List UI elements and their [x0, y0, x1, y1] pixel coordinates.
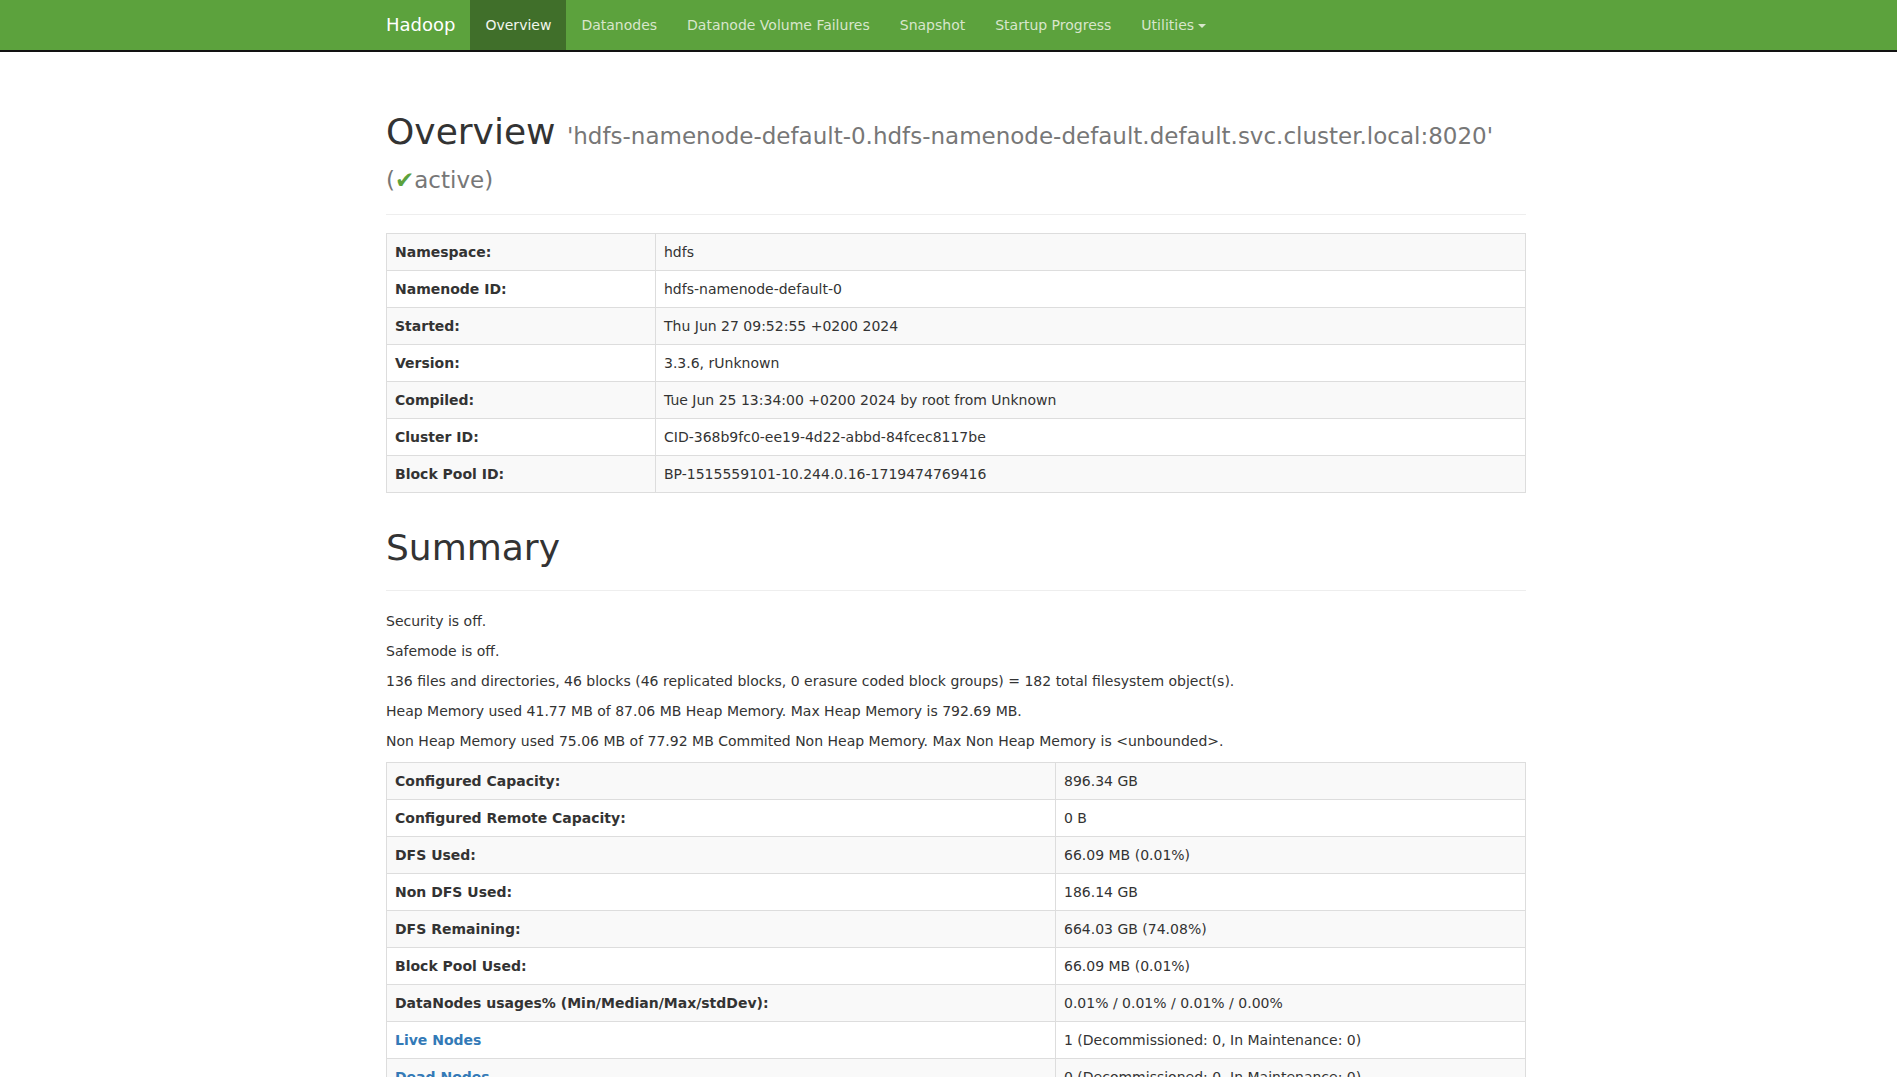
- table-row: Live Nodes 1 (Decommissioned: 0, In Maint…: [387, 1021, 1526, 1058]
- tab-overview-link[interactable]: Overview: [470, 0, 566, 50]
- tab-datanode-volume-failures-link[interactable]: Datanode Volume Failures: [672, 0, 885, 50]
- page-title: Overview 'hdfs-namenode-default-0.hdfs-n…: [386, 112, 1526, 200]
- row-label: Configured Capacity:: [387, 762, 1056, 799]
- table-row: Block Pool ID:BP-1515559101-10.244.0.16-…: [387, 456, 1526, 493]
- table-row: DFS Used:66.09 MB (0.01%): [387, 836, 1526, 873]
- row-value: CID-368b9fc0-ee19-4d22-abbd-84fcec8117be: [656, 419, 1526, 456]
- row-value: Tue Jun 25 13:34:00 +0200 2024 by root f…: [656, 382, 1526, 419]
- state-close-paren: ): [484, 167, 493, 193]
- table-row: Compiled:Tue Jun 25 13:34:00 +0200 2024 …: [387, 382, 1526, 419]
- row-value: 0 B: [1056, 799, 1526, 836]
- table-row: Non DFS Used:186.14 GB: [387, 873, 1526, 910]
- row-value: 3.3.6, rUnknown: [656, 345, 1526, 382]
- summary-table: Configured Capacity:896.34 GB Configured…: [386, 762, 1526, 1077]
- row-label: Block Pool Used:: [387, 947, 1056, 984]
- row-label: Namespace:: [387, 234, 656, 271]
- check-icon: ✔: [395, 167, 414, 193]
- row-value: 896.34 GB: [1056, 762, 1526, 799]
- row-label: Block Pool ID:: [387, 456, 656, 493]
- dead-nodes-link[interactable]: Dead Nodes: [395, 1069, 490, 1077]
- tab-utilities-label: Utilities: [1141, 17, 1194, 33]
- state-open-paren: (: [386, 167, 395, 193]
- row-label: Started:: [387, 308, 656, 345]
- table-row: Namenode ID:hdfs-namenode-default-0: [387, 271, 1526, 308]
- row-value: 0.01% / 0.01% / 0.01% / 0.00%: [1056, 984, 1526, 1021]
- summary-title: Summary: [386, 528, 1526, 568]
- navbar-inner: Hadoop Overview Datanodes Datanode Volum…: [371, 0, 1897, 50]
- row-label: Live Nodes: [387, 1021, 1056, 1058]
- namenode-address-text: 'hdfs-namenode-default-0.hdfs-namenode-d…: [567, 123, 1493, 149]
- tab-utilities[interactable]: Utilities: [1126, 0, 1221, 50]
- row-label: Version:: [387, 345, 656, 382]
- security-status: Security is off.: [386, 612, 1526, 632]
- overview-header: Overview 'hdfs-namenode-default-0.hdfs-n…: [386, 112, 1526, 215]
- table-row: Cluster ID:CID-368b9fc0-ee19-4d22-abbd-8…: [387, 419, 1526, 456]
- summary-paragraphs: Security is off. Safemode is off. 136 fi…: [386, 612, 1526, 752]
- tab-datanode-volume-failures[interactable]: Datanode Volume Failures: [672, 0, 885, 50]
- row-value: BP-1515559101-10.244.0.16-1719474769416: [656, 456, 1526, 493]
- tab-snapshot[interactable]: Snapshot: [885, 0, 980, 50]
- row-label: Cluster ID:: [387, 419, 656, 456]
- page-title-text: Overview: [386, 111, 556, 152]
- chevron-down-icon: [1198, 24, 1206, 28]
- table-row: Version:3.3.6, rUnknown: [387, 345, 1526, 382]
- table-row: Block Pool Used:66.09 MB (0.01%): [387, 947, 1526, 984]
- filesystem-objects: 136 files and directories, 46 blocks (46…: [386, 672, 1526, 692]
- tab-startup-progress-link[interactable]: Startup Progress: [980, 0, 1126, 50]
- row-label: Dead Nodes: [387, 1058, 1056, 1077]
- row-label: DataNodes usages% (Min/Median/Max/stdDev…: [387, 984, 1056, 1021]
- row-value: hdfs-namenode-default-0: [656, 271, 1526, 308]
- table-row: Started:Thu Jun 27 09:52:55 +0200 2024: [387, 308, 1526, 345]
- row-label: DFS Remaining:: [387, 910, 1056, 947]
- row-label: Namenode ID:: [387, 271, 656, 308]
- tab-startup-progress[interactable]: Startup Progress: [980, 0, 1126, 50]
- state-label: active: [414, 167, 484, 193]
- brand-hadoop[interactable]: Hadoop: [371, 0, 470, 50]
- row-value: 1 (Decommissioned: 0, In Maintenance: 0): [1056, 1021, 1526, 1058]
- cluster-info-table: Namespace:hdfs Namenode ID:hdfs-namenode…: [386, 233, 1526, 493]
- safemode-status: Safemode is off.: [386, 642, 1526, 662]
- tab-datanodes[interactable]: Datanodes: [566, 0, 672, 50]
- tab-snapshot-link[interactable]: Snapshot: [885, 0, 980, 50]
- tab-utilities-link[interactable]: Utilities: [1126, 0, 1221, 50]
- tab-overview[interactable]: Overview: [470, 0, 566, 50]
- table-row: DataNodes usages% (Min/Median/Max/stdDev…: [387, 984, 1526, 1021]
- row-value: 664.03 GB (74.08%): [1056, 910, 1526, 947]
- table-row: Configured Capacity:896.34 GB: [387, 762, 1526, 799]
- summary-header: Summary: [386, 528, 1526, 591]
- row-value: 66.09 MB (0.01%): [1056, 836, 1526, 873]
- row-label: Configured Remote Capacity:: [387, 799, 1056, 836]
- row-value: 0 (Decommissioned: 0, In Maintenance: 0): [1056, 1058, 1526, 1077]
- navbar-menu: Overview Datanodes Datanode Volume Failu…: [470, 0, 1221, 50]
- table-row: Dead Nodes 0 (Decommissioned: 0, In Maint…: [387, 1058, 1526, 1077]
- row-label: DFS Used:: [387, 836, 1056, 873]
- main-content: Overview 'hdfs-namenode-default-0.hdfs-n…: [386, 112, 1526, 1077]
- row-value: Thu Jun 27 09:52:55 +0200 2024: [656, 308, 1526, 345]
- navbar: Hadoop Overview Datanodes Datanode Volum…: [0, 0, 1897, 52]
- row-value: 66.09 MB (0.01%): [1056, 947, 1526, 984]
- row-value: hdfs: [656, 234, 1526, 271]
- table-row: Configured Remote Capacity:0 B: [387, 799, 1526, 836]
- heap-memory: Heap Memory used 41.77 MB of 87.06 MB He…: [386, 702, 1526, 722]
- table-row: DFS Remaining:664.03 GB (74.08%): [387, 910, 1526, 947]
- row-label: Compiled:: [387, 382, 656, 419]
- tab-datanodes-link[interactable]: Datanodes: [566, 0, 672, 50]
- table-row: Namespace:hdfs: [387, 234, 1526, 271]
- non-heap-memory: Non Heap Memory used 75.06 MB of 77.92 M…: [386, 732, 1526, 752]
- live-nodes-link[interactable]: Live Nodes: [395, 1032, 481, 1048]
- row-label: Non DFS Used:: [387, 873, 1056, 910]
- row-value: 186.14 GB: [1056, 873, 1526, 910]
